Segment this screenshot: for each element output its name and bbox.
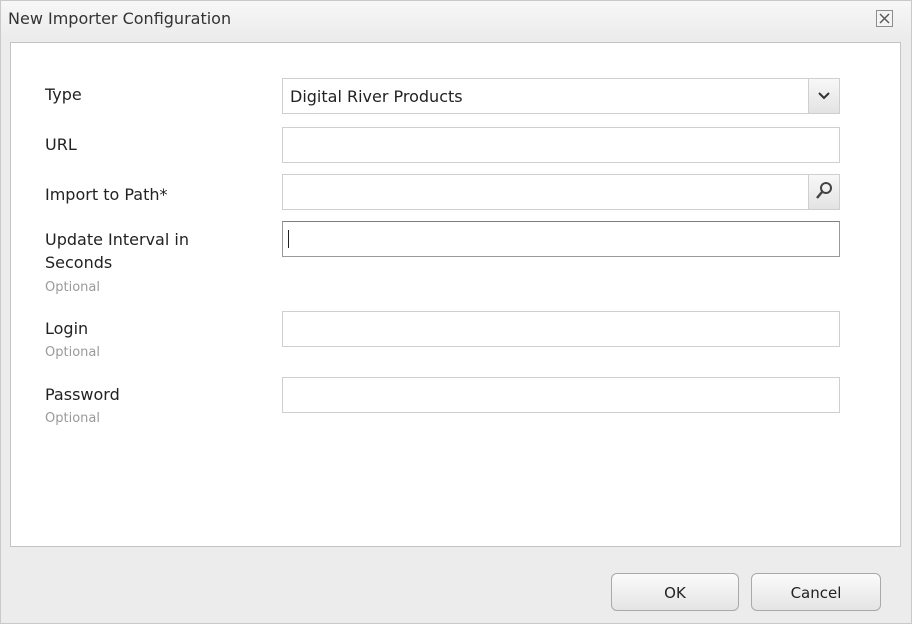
close-button[interactable] xyxy=(876,10,893,27)
url-label: URL xyxy=(45,135,77,154)
text-caret xyxy=(288,230,289,248)
update-interval-label-line1: Update Interval in xyxy=(45,230,189,249)
type-label: Type xyxy=(45,85,82,104)
password-input[interactable] xyxy=(283,378,839,412)
url-field[interactable] xyxy=(282,127,840,163)
path-browse-button[interactable] xyxy=(808,175,839,209)
update-interval-label-line2: Seconds xyxy=(45,253,113,272)
ok-button[interactable]: OK xyxy=(611,573,739,611)
close-icon xyxy=(879,13,890,24)
import-path-label: Import to Path* xyxy=(45,185,168,204)
password-label: Password xyxy=(45,385,120,404)
url-input[interactable] xyxy=(283,128,839,162)
importer-dialog: New Importer Configuration Type Digital … xyxy=(0,0,912,624)
search-icon xyxy=(816,182,832,199)
update-interval-field[interactable] xyxy=(282,221,840,257)
dialog-body: Type Digital River Products URL Import t… xyxy=(10,42,901,547)
password-hint: Optional xyxy=(45,411,100,426)
type-dropdown-button[interactable] xyxy=(808,79,839,113)
type-select-value: Digital River Products xyxy=(290,87,463,106)
login-label: Login xyxy=(45,319,89,338)
update-interval-hint: Optional xyxy=(45,280,100,295)
dialog-titlebar[interactable]: New Importer Configuration xyxy=(1,1,911,41)
login-field[interactable] xyxy=(282,311,840,347)
password-field[interactable] xyxy=(282,377,840,413)
type-select[interactable]: Digital River Products xyxy=(282,78,840,114)
login-hint: Optional xyxy=(45,345,100,360)
update-interval-input[interactable] xyxy=(283,222,839,256)
chevron-down-icon xyxy=(818,92,830,100)
login-input[interactable] xyxy=(283,312,839,346)
cancel-button[interactable]: Cancel xyxy=(751,573,881,611)
import-path-field[interactable] xyxy=(282,174,840,210)
dialog-title: New Importer Configuration xyxy=(8,9,232,28)
import-path-input[interactable] xyxy=(283,175,810,209)
